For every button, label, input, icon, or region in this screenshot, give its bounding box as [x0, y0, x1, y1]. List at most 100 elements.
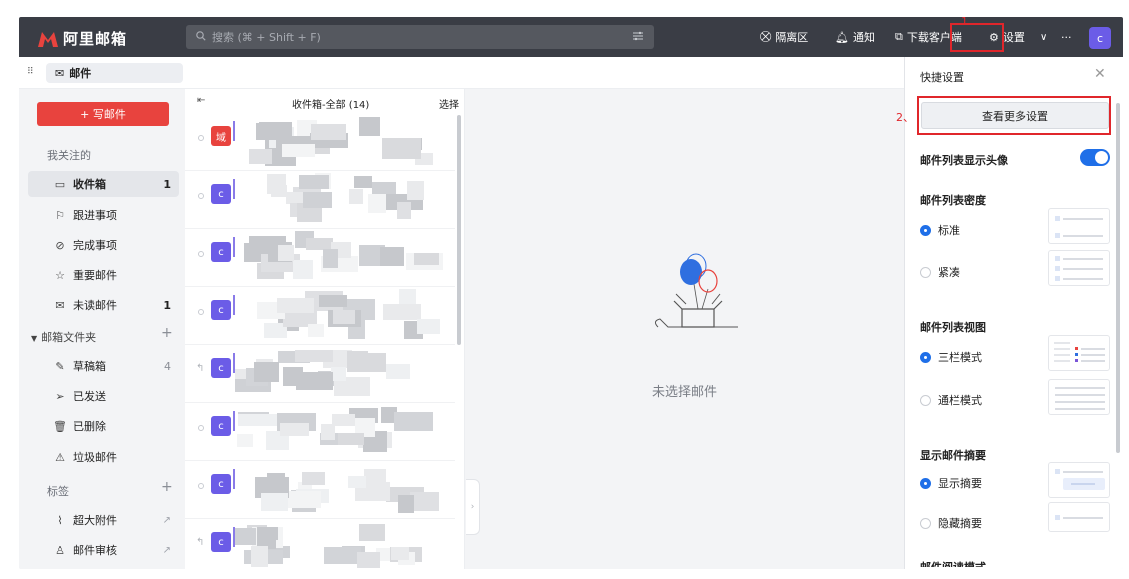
settings-label: 设置	[1002, 31, 1025, 44]
panel-scrollbar[interactable]	[1116, 103, 1120, 453]
view-full-width-radio[interactable]: 通栏模式	[920, 392, 982, 408]
check-circle-icon: ⊘	[55, 238, 65, 252]
folders-section-label[interactable]: ▼ 邮箱文件夹	[31, 329, 96, 345]
avatar[interactable]: c	[1089, 27, 1111, 49]
external-link-icon: ↗	[162, 514, 171, 526]
unread-count: 1	[163, 177, 171, 191]
sidebar-item-inbox[interactable]: ▭ 收件箱 1	[28, 171, 179, 197]
add-tag-button[interactable]: +	[161, 479, 173, 495]
paperclip-icon: ⌇	[57, 513, 63, 527]
quarantine-label: 隔离区	[775, 31, 809, 44]
sender-avatar: c	[211, 474, 231, 494]
quarantine-button[interactable]: ⛒ 隔离区	[760, 17, 808, 57]
select-button[interactable]: 选择	[439, 96, 459, 111]
sidebar-item-label: 邮件审核	[73, 544, 117, 557]
send-icon: ➢	[55, 389, 65, 403]
caret-down-icon: ▼	[31, 334, 38, 343]
sidebar-item-deleted[interactable]: 🗑︎ 已删除	[28, 413, 179, 439]
mail-list: ⇤ 收件箱-全部 (14) 选择 域 c c c ↰ c c c ↰ c	[185, 89, 465, 569]
step-1-annotation: 1	[961, 17, 968, 28]
sidebar-item-label: 跟进事项	[73, 209, 117, 222]
apps-grid-icon[interactable]: ⠿	[27, 67, 39, 77]
sidebar-item-follow-up[interactable]: ⚐ 跟进事项	[28, 202, 179, 228]
logo-text: 阿里邮箱	[63, 30, 128, 48]
settings-dropdown[interactable]: ∨	[1040, 17, 1047, 57]
external-link-icon: ↗	[162, 544, 171, 556]
notify-button[interactable]: 🔔︎ 通知	[835, 17, 875, 57]
list-item[interactable]: ↰ c	[185, 519, 455, 569]
density-compact-preview[interactable]	[1048, 250, 1110, 286]
avatar-toggle[interactable]	[1080, 149, 1110, 166]
bell-icon: 🔔︎	[835, 30, 849, 44]
mail-list-scrollbar[interactable]	[457, 115, 461, 345]
quarantine-icon: ⛒	[760, 30, 772, 43]
redacted-content	[235, 521, 445, 569]
sidebar-item-done[interactable]: ⊘ 完成事项	[28, 232, 179, 258]
view-three-column-radio[interactable]: 三栏模式	[920, 349, 982, 365]
sidebar-item-label: 垃圾邮件	[73, 451, 117, 464]
radio-empty-icon	[920, 394, 931, 406]
list-item[interactable]: c	[185, 287, 455, 345]
envelope-icon: ✉	[55, 298, 65, 312]
sender-avatar: c	[211, 300, 231, 320]
list-item[interactable]: c	[185, 229, 455, 287]
logo[interactable]: 阿里邮箱	[37, 28, 127, 49]
chevron-right-icon: ›	[470, 502, 475, 512]
close-icon[interactable]: ✕	[1094, 66, 1106, 82]
view-heading: 邮件列表视图	[920, 321, 986, 334]
redacted-content	[235, 173, 445, 225]
search-icon	[196, 30, 206, 44]
filter-icon[interactable]	[632, 30, 644, 45]
collapse-handle[interactable]: ›	[466, 479, 480, 535]
read-status-icon	[198, 425, 204, 431]
list-item[interactable]: c	[185, 461, 455, 519]
collapse-icon[interactable]: ⇤	[197, 95, 205, 106]
unread-count: 1	[163, 298, 171, 312]
sidebar-item-label: 收件箱	[73, 178, 106, 191]
radio-label: 三栏模式	[938, 351, 982, 364]
list-item[interactable]: 域	[185, 113, 455, 171]
search-input[interactable]: 搜索 (⌘ + Shift + F)	[186, 25, 654, 49]
sidebar-item-drafts[interactable]: ✎ 草稿箱 4	[28, 353, 179, 379]
radio-selected-icon	[920, 477, 931, 489]
list-item[interactable]: c	[185, 403, 455, 461]
edit-icon: ✎	[55, 359, 65, 373]
trash-icon: 🗑︎	[53, 419, 67, 433]
view-full-width-preview[interactable]	[1048, 379, 1110, 415]
sidebar-item-important[interactable]: ☆ 重要邮件	[28, 262, 179, 288]
sidebar-item-large-attachments[interactable]: ⌇ 超大附件 ↗	[28, 507, 179, 533]
notify-label: 通知	[852, 31, 875, 44]
sidebar-item-label: 已发送	[73, 390, 106, 403]
user-review-icon: ♙	[55, 543, 65, 557]
compose-button[interactable]: + 写邮件	[37, 102, 169, 126]
sidebar-item-sent[interactable]: ➢ 已发送	[28, 383, 179, 409]
tags-section-label: 标签	[47, 485, 69, 498]
summary-show-preview[interactable]	[1048, 462, 1110, 498]
sidebar-item-label: 草稿箱	[73, 360, 106, 373]
redacted-content	[235, 347, 445, 399]
view-three-column-preview[interactable]	[1048, 335, 1110, 371]
list-item[interactable]: c	[185, 171, 455, 229]
tab-mail[interactable]: ✉ 邮件	[46, 63, 183, 83]
sidebar-item-spam[interactable]: ⚠ 垃圾邮件	[28, 444, 179, 470]
density-compact-radio[interactable]: 紧凑	[920, 264, 960, 280]
more-button[interactable]: ···	[1061, 17, 1072, 57]
empty-state-text: 未选择邮件	[652, 385, 718, 400]
density-standard-preview[interactable]	[1048, 208, 1110, 244]
sidebar-item-mail-review[interactable]: ♙ 邮件审核 ↗	[28, 537, 179, 563]
radio-label: 标准	[938, 224, 960, 237]
summary-hide-radio[interactable]: 隐藏摘要	[920, 515, 982, 531]
add-folder-button[interactable]: +	[161, 325, 173, 341]
density-standard-radio[interactable]: 标准	[920, 222, 960, 238]
sender-avatar: c	[211, 532, 231, 552]
sidebar-item-label: 未读邮件	[73, 299, 117, 312]
summary-hide-preview[interactable]	[1048, 502, 1110, 532]
summary-show-radio[interactable]: 显示摘要	[920, 475, 982, 491]
redacted-content	[235, 231, 445, 283]
more-icon: ···	[1061, 30, 1072, 44]
top-bar: 阿里邮箱 搜索 (⌘ + Shift + F) ⛒ 隔离区 🔔︎ 通知 ⧉ 下载…	[19, 17, 1123, 57]
list-item[interactable]: ↰ c	[185, 345, 455, 403]
replied-icon: ↰	[196, 363, 205, 374]
sidebar-item-unread[interactable]: ✉ 未读邮件 1	[28, 292, 179, 318]
mail-list-title: 收件箱-全部 (14)	[292, 100, 370, 111]
